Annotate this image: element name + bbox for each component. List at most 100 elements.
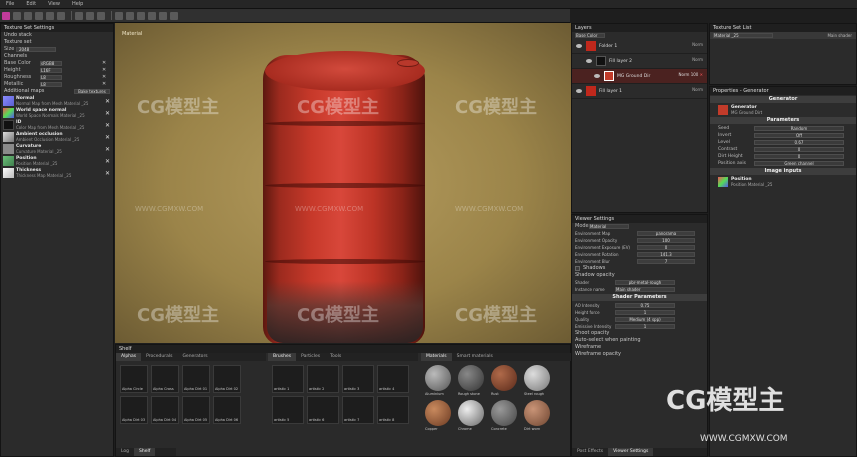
- map-item-thickness[interactable]: Thickness Thickness Map Material _25 ✕: [3, 168, 113, 178]
- tab-materials[interactable]: Materials: [421, 353, 452, 361]
- close-icon[interactable]: ✕: [102, 81, 106, 88]
- brush-thumbnail[interactable]: artistic 7: [342, 396, 374, 424]
- brush-thumbnail[interactable]: artistic 5: [272, 396, 304, 424]
- layer-row-selected[interactable]: MG Ground Dir Norm 100 ✕: [572, 69, 707, 84]
- menu-help[interactable]: Help: [66, 1, 89, 7]
- alpha-thumbnail[interactable]: Alpha Dirt 06: [213, 396, 241, 424]
- clone-icon[interactable]: [57, 11, 65, 20]
- instance-name-input[interactable]: Main shader: [615, 287, 675, 292]
- eye-icon[interactable]: [576, 89, 582, 93]
- setting-value[interactable]: 7: [637, 259, 695, 264]
- tab-procedurals[interactable]: Procedurals: [141, 353, 177, 361]
- material-item[interactable]: Aluminium: [425, 365, 455, 397]
- tab-alphas[interactable]: Alphas: [116, 353, 142, 361]
- smudge-icon[interactable]: [46, 11, 54, 20]
- channel-row[interactable]: Base Color sRGB8 ✕: [1, 60, 113, 67]
- tab-shelf[interactable]: Shelf: [134, 448, 156, 456]
- tab-particles[interactable]: Particles: [296, 353, 325, 361]
- close-icon[interactable]: ✕: [700, 72, 703, 77]
- map-item-id[interactable]: ID Color Map from Mesh Material _25 ✕: [3, 120, 113, 130]
- tab-log[interactable]: Log: [116, 448, 134, 456]
- alpha-thumbnail[interactable]: Alpha Circle: [120, 365, 148, 393]
- menu-file[interactable]: File: [0, 1, 20, 7]
- map-item-curvature[interactable]: Curvature Curvature Material _25 ✕: [3, 144, 113, 154]
- layer-row[interactable]: Fill layer 1 Norm: [572, 84, 707, 99]
- setting-value[interactable]: 141.3: [637, 252, 695, 257]
- image-inputs-section-header[interactable]: Image inputs: [710, 168, 856, 175]
- tab-viewer-settings[interactable]: Viewer Settings: [608, 448, 654, 456]
- shadows-checkbox[interactable]: [575, 266, 580, 271]
- extra-option[interactable]: Shoot opacity: [572, 330, 707, 337]
- symmetry-icon[interactable]: [126, 11, 134, 20]
- param-value[interactable]: Off: [754, 133, 844, 138]
- shader-parameters-header[interactable]: Shader Parameters: [572, 294, 707, 301]
- generator-selector[interactable]: Generator MG Ground Dirt: [710, 104, 856, 116]
- material-item[interactable]: Copper: [425, 400, 455, 432]
- camera-icon[interactable]: [115, 11, 123, 20]
- setting-value[interactable]: 0: [637, 245, 695, 250]
- material-item[interactable]: Rust: [491, 365, 521, 397]
- iray-icon[interactable]: [170, 11, 178, 20]
- channel-dropdown[interactable]: Base Color: [575, 33, 605, 38]
- material-item[interactable]: Chrome: [458, 400, 488, 432]
- blend-mode[interactable]: Norm: [692, 57, 703, 62]
- map-item-normal[interactable]: Normal Normal Map from Mesh Material _25 …: [3, 96, 113, 106]
- image-input-row[interactable]: Position Position Material _25: [710, 176, 856, 188]
- close-icon[interactable]: ✕: [102, 74, 106, 81]
- texture-set-shader[interactable]: Main shader: [827, 32, 852, 39]
- brush-thumbnail[interactable]: artistic 1: [272, 365, 304, 393]
- param-value[interactable]: 1: [615, 310, 675, 315]
- alpha-thumbnail[interactable]: Alpha Dirt 01: [182, 365, 210, 393]
- extra-option[interactable]: Wireframe: [572, 344, 707, 351]
- material-item[interactable]: Steel rough: [524, 365, 554, 397]
- material-picker-icon[interactable]: [97, 11, 105, 20]
- alpha-thumbnail[interactable]: Alpha Dirt 05: [182, 396, 210, 424]
- undo-stack[interactable]: Undo stack: [1, 32, 113, 39]
- 3d-viewport[interactable]: Material CG模型主 CG模型主 CG模型主 CG模型主 CG模型主 C…: [115, 23, 571, 343]
- channel-row[interactable]: Height L16F ✕: [1, 67, 113, 74]
- tab-brushes[interactable]: Brushes: [268, 353, 297, 361]
- channel-row[interactable]: Roughness L8 ✕: [1, 74, 113, 81]
- close-icon[interactable]: ✕: [105, 158, 110, 165]
- shadows-checkbox-row[interactable]: Shadows: [572, 265, 707, 272]
- channel-format[interactable]: L16F: [40, 68, 62, 73]
- alpha-thumbnail[interactable]: Alpha Dirt 04: [151, 396, 179, 424]
- texture-set-row[interactable]: Texture set: [1, 39, 113, 46]
- channel-format[interactable]: L8: [40, 75, 62, 80]
- eye-icon[interactable]: [576, 44, 582, 48]
- menu-view[interactable]: View: [42, 1, 66, 7]
- tab-tools[interactable]: Tools: [325, 353, 346, 361]
- picker-icon[interactable]: [75, 11, 83, 20]
- material-item[interactable]: Concrete: [491, 400, 521, 432]
- param-value[interactable]: 0: [754, 154, 844, 159]
- blend-mode[interactable]: Norm 100 ✕: [679, 72, 703, 77]
- layer-row[interactable]: Fill layer 2 Norm: [572, 54, 707, 69]
- parameters-section-header[interactable]: Parameters: [710, 117, 856, 124]
- extra-option[interactable]: Auto-select when painting: [572, 337, 707, 344]
- brush-thumbnail[interactable]: artistic 4: [377, 365, 409, 393]
- close-icon[interactable]: ✕: [105, 134, 110, 141]
- param-value[interactable]: Random: [754, 126, 844, 131]
- map-item-position[interactable]: Position Position Material _25 ✕: [3, 156, 113, 166]
- geometry-decal-icon[interactable]: [35, 11, 43, 20]
- alpha-thumbnail[interactable]: Alpha Dirt 03: [120, 396, 148, 424]
- material-item[interactable]: Rough stone: [458, 365, 488, 397]
- texture-set-row[interactable]: Material _25 Main shader: [710, 32, 856, 39]
- close-icon[interactable]: ✕: [102, 60, 106, 67]
- screenshot-icon[interactable]: [148, 11, 156, 20]
- brush-thumbnail[interactable]: artistic 6: [307, 396, 339, 424]
- channel-row[interactable]: Metallic L8 ✕: [1, 81, 113, 88]
- channel-format[interactable]: sRGB8: [40, 61, 62, 66]
- mode-dropdown[interactable]: Material: [589, 224, 629, 229]
- channel-format[interactable]: L8: [40, 82, 62, 87]
- param-value[interactable]: 0.67: [754, 140, 844, 145]
- tab-generators[interactable]: Generators: [177, 353, 212, 361]
- tab-post-effects[interactable]: Post Effects: [572, 448, 608, 456]
- close-icon[interactable]: ✕: [102, 67, 106, 74]
- extra-option[interactable]: Wireframe opacity: [572, 351, 707, 358]
- render-icon[interactable]: [159, 11, 167, 20]
- close-icon[interactable]: ✕: [105, 98, 110, 105]
- texture-set-name[interactable]: Material _25: [713, 33, 773, 38]
- material-item[interactable]: Dirt worn: [524, 400, 554, 432]
- eye-icon[interactable]: [586, 59, 592, 63]
